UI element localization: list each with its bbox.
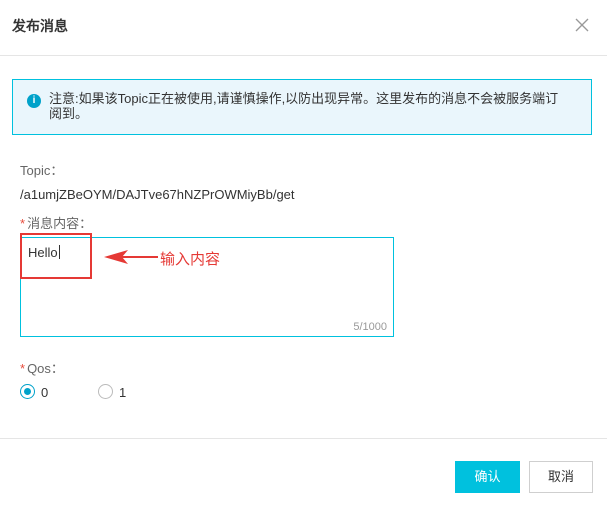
publish-message-dialog: 发布消息 i 注意:如果该Topic正在被使用,请谨慎操作,以防出现异常。这里发… (0, 0, 607, 513)
required-mark: * (20, 361, 26, 376)
required-mark: * (20, 216, 26, 231)
dialog-title: 发布消息 (12, 18, 68, 34)
qos-label-text: Qos： (27, 361, 64, 376)
cancel-button[interactable]: 取消 (529, 461, 593, 493)
qos-option-0-label[interactable]: 0 (41, 385, 48, 400)
topic-value: /a1umjZBeOYM/DAJTve67hNZPrOWMiyBb/get (20, 187, 295, 202)
confirm-button[interactable]: 确认 (455, 461, 520, 493)
qos-option-1-label[interactable]: 1 (119, 385, 126, 400)
content-label-text: 消息内容： (27, 216, 93, 231)
warning-notice: i 注意:如果该Topic正在被使用,请谨慎操作,以防出现异常。这里发布的消息不… (12, 79, 592, 135)
char-counter: 5/1000 (353, 321, 387, 333)
topic-label: Topic： (20, 163, 64, 178)
qos-radio-1[interactable] (98, 384, 113, 399)
info-icon: i (27, 94, 41, 108)
annotation-highlight-box (20, 233, 92, 279)
close-icon[interactable] (572, 15, 592, 35)
notice-text: 注意:如果该Topic正在被使用,请谨慎操作,以防出现异常。这里发布的消息不会被… (49, 91, 559, 121)
annotation-label: 输入内容 (160, 251, 221, 268)
content-label: * 消息内容： (20, 213, 92, 232)
qos-radio-0[interactable] (20, 384, 35, 399)
dialog-header: 发布消息 (0, 0, 607, 56)
qos-label: * Qos： (20, 358, 64, 377)
footer-divider (0, 438, 607, 439)
annotation-arrow-icon (104, 250, 158, 264)
